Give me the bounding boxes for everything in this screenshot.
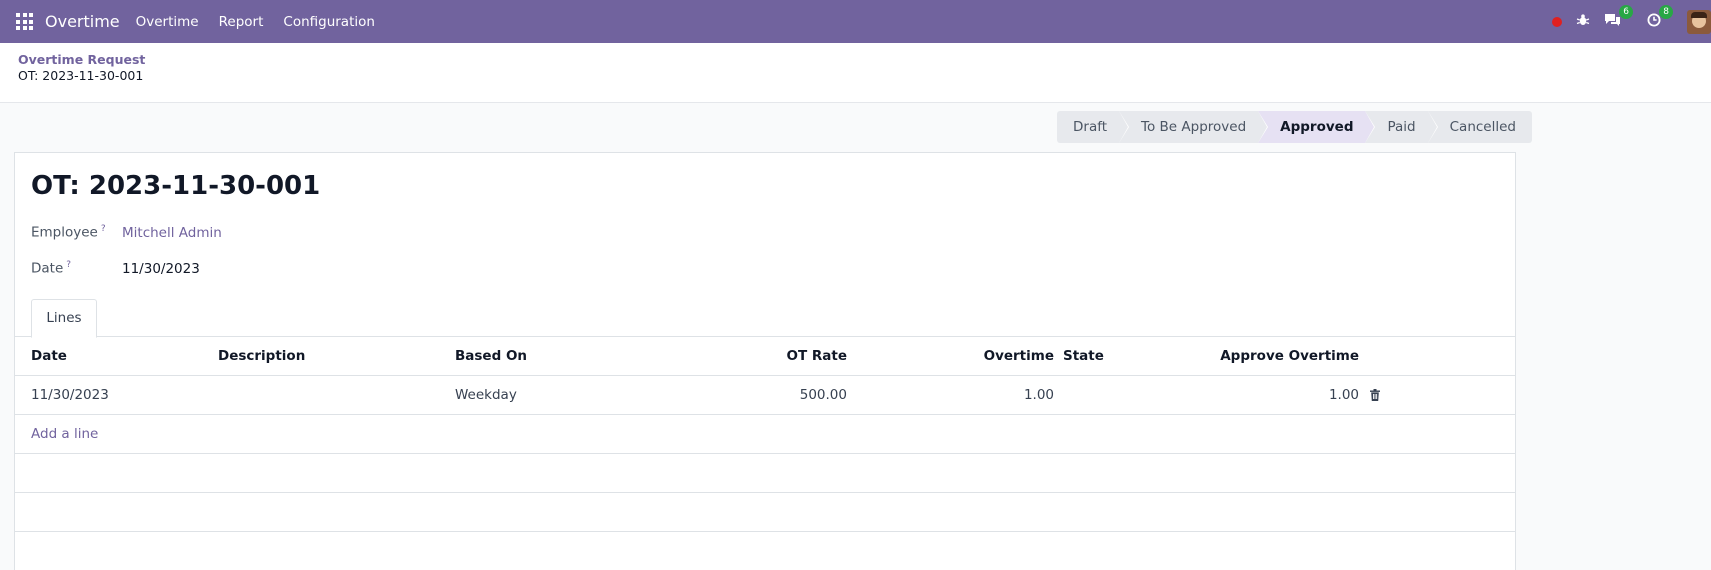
add-line-row: Add a line xyxy=(15,415,1515,454)
trash-icon[interactable] xyxy=(1370,389,1380,401)
col-description[interactable]: Description xyxy=(218,337,305,375)
help-icon[interactable]: ? xyxy=(66,260,71,270)
form-sheet: OT: 2023-11-30-001 Employee? Mitchell Ad… xyxy=(14,152,1516,570)
empty-row xyxy=(15,493,1515,532)
avatar[interactable] xyxy=(1687,9,1711,34)
control-panel: Overtime Request OT: 2023-11-30-001 xyxy=(0,43,1711,103)
cell-ot-rate[interactable]: 500.00 xyxy=(715,376,847,414)
stage-approved-label: Approved xyxy=(1280,119,1354,135)
systray: 6 8 xyxy=(1552,0,1711,43)
col-overtime[interactable]: Overtime xyxy=(915,337,1054,375)
menu-item-configuration[interactable]: Configuration xyxy=(283,14,375,30)
record-dot-icon[interactable] xyxy=(1552,16,1562,27)
date-label-text: Date xyxy=(31,260,64,277)
tab-lines[interactable]: Lines xyxy=(31,299,97,338)
menu-item-overtime[interactable]: Overtime xyxy=(136,14,199,30)
activities-badge: 8 xyxy=(1659,4,1673,19)
stage-paid-label: Paid xyxy=(1387,119,1416,135)
col-ot-rate[interactable]: OT Rate xyxy=(715,337,848,375)
notebook-tabs: Lines xyxy=(15,297,1515,338)
top-navbar: Overtime Overtime Report Configuration 6 xyxy=(0,0,1711,43)
date-field[interactable]: 11/30/2023 xyxy=(122,261,200,277)
stage-to-be-approved-label: To Be Approved xyxy=(1141,119,1247,135)
stage-draft-label: Draft xyxy=(1073,119,1108,135)
col-date[interactable]: Date xyxy=(31,337,67,375)
col-approve-overtime[interactable]: Approve Overtime xyxy=(1195,337,1359,375)
breadcrumb-current: OT: 2023-11-30-001 xyxy=(18,68,144,83)
apps-icon[interactable] xyxy=(16,13,33,30)
cell-overtime[interactable]: 1.00 xyxy=(915,376,1054,414)
page-title: OT: 2023-11-30-001 xyxy=(31,171,321,201)
cell-approve-overtime[interactable]: 1.00 xyxy=(1195,376,1359,414)
bug-icon[interactable] xyxy=(1576,13,1590,31)
table-row[interactable]: 11/30/2023 Weekday 500.00 1.00 1.00 xyxy=(15,376,1515,415)
messages-badge: 6 xyxy=(1619,4,1633,19)
breadcrumb-parent[interactable]: Overtime Request xyxy=(18,52,145,67)
cell-based-on[interactable]: Weekday xyxy=(455,376,517,414)
chat-icon[interactable]: 6 xyxy=(1604,4,1633,31)
employee-field[interactable]: Mitchell Admin xyxy=(122,225,222,241)
help-icon[interactable]: ? xyxy=(101,224,106,234)
lines-table: Date Description Based On OT Rate Overti… xyxy=(15,337,1515,532)
cell-date[interactable]: 11/30/2023 xyxy=(31,376,109,414)
stage-cancelled-label: Cancelled xyxy=(1449,119,1516,135)
stage-draft[interactable]: Draft xyxy=(1057,111,1130,143)
date-label: Date? xyxy=(31,260,71,277)
employee-label-text: Employee xyxy=(31,224,98,241)
stage-cancelled[interactable]: Cancelled xyxy=(1427,111,1532,143)
stage-to-be-approved[interactable]: To Be Approved xyxy=(1119,111,1269,143)
menu-item-report[interactable]: Report xyxy=(219,14,264,30)
table-header-row: Date Description Based On OT Rate Overti… xyxy=(15,337,1515,376)
clock-icon[interactable]: 8 xyxy=(1647,4,1673,31)
app-brand[interactable]: Overtime xyxy=(45,12,120,31)
status-bar: Draft To Be Approved Approved Paid Cance… xyxy=(1057,111,1532,143)
stage-approved[interactable]: Approved xyxy=(1258,111,1376,143)
employee-label: Employee? xyxy=(31,224,106,241)
col-based-on[interactable]: Based On xyxy=(455,337,527,375)
add-line-link[interactable]: Add a line xyxy=(31,415,98,453)
col-state[interactable]: State xyxy=(1063,337,1104,375)
empty-row xyxy=(15,454,1515,493)
